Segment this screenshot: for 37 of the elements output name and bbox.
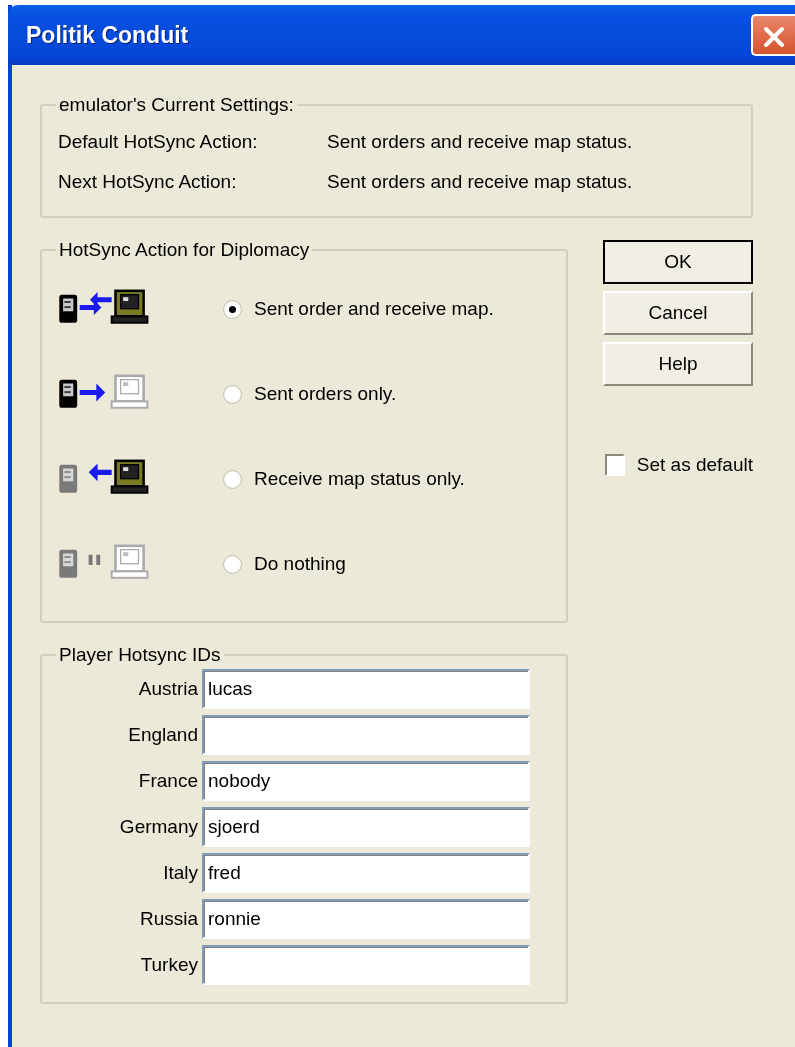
text-field[interactable]: ronnie: [202, 899, 530, 939]
radio-button[interactable]: [223, 555, 242, 574]
field-label: Turkey: [139, 952, 199, 977]
window-title: Politik Conduit: [26, 20, 189, 50]
text-field[interactable]: [202, 715, 530, 755]
text-field[interactable]: lucas: [202, 669, 530, 709]
text-field[interactable]: nobody: [202, 761, 530, 801]
setting-label: Next HotSync Action:: [58, 169, 238, 194]
text-field[interactable]: fred: [202, 853, 530, 893]
group-title: Player Hotsync IDs: [58, 645, 222, 664]
field-label: Germany: [118, 814, 199, 839]
dialog-button[interactable]: Cancel: [603, 291, 753, 335]
dialog-button[interactable]: OK: [603, 240, 753, 284]
checkbox-label[interactable]: Set as default: [636, 451, 753, 480]
radio-label[interactable]: Sent order and receive map.: [254, 295, 494, 324]
radio-label[interactable]: Sent orders only.: [254, 380, 397, 409]
radio-button[interactable]: [223, 470, 242, 489]
text-field[interactable]: sjoerd: [202, 807, 530, 847]
field-label: Italy: [162, 860, 199, 885]
close-icon: [763, 25, 785, 48]
setting-value: Sent orders and receive map status.: [327, 169, 633, 194]
radio-label[interactable]: Do nothing: [254, 550, 346, 579]
field-label: Austria: [137, 676, 199, 701]
text-field[interactable]: [202, 945, 530, 985]
field-label: Russia: [138, 906, 199, 931]
field-label: England: [127, 722, 199, 747]
close-button[interactable]: [751, 14, 795, 56]
group-title: HotSync Action for Diplomacy: [58, 240, 311, 259]
radio-button[interactable]: [223, 385, 242, 404]
setting-label: Default HotSync Action:: [58, 129, 259, 154]
group-title: emulator's Current Settings:: [58, 95, 295, 114]
checkbox[interactable]: [605, 454, 625, 477]
field-label: France: [137, 768, 199, 793]
radio-label[interactable]: Receive map status only.: [254, 465, 465, 494]
dialog-button[interactable]: Help: [603, 342, 753, 386]
radio-button[interactable]: [223, 300, 242, 319]
setting-value: Sent orders and receive map status.: [327, 129, 633, 154]
